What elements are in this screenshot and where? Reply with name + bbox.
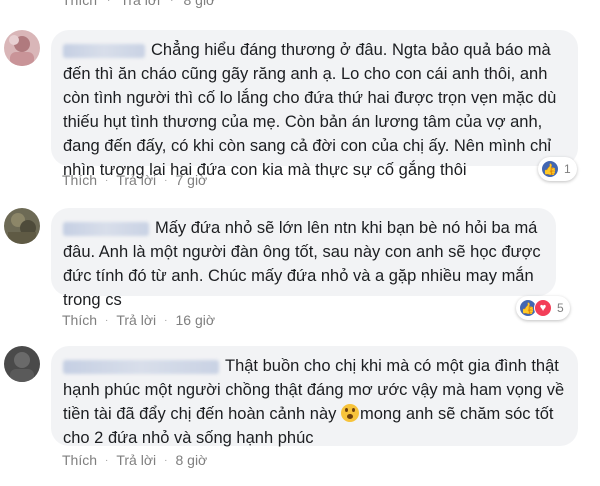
wow-emoji-icon bbox=[340, 404, 359, 422]
avatar-image bbox=[4, 208, 40, 244]
comment-bubble: Mấy đứa nhỏ sẽ lớn lên ntn khi bạn bè nó… bbox=[51, 208, 556, 309]
avatar[interactable] bbox=[4, 346, 40, 382]
like-link[interactable]: Thích bbox=[62, 452, 97, 468]
reply-link[interactable]: Trả lời bbox=[116, 172, 156, 188]
previous-comment-actions: Thích · Trả lời · 8 giờ bbox=[62, 0, 215, 8]
reply-link[interactable]: Trả lời bbox=[120, 0, 160, 8]
separator-dot: · bbox=[105, 174, 109, 186]
timestamp[interactable]: 16 giờ bbox=[175, 312, 215, 328]
comment-bubble: Chẳng hiểu đáng thương ở đâu. Ngta bảo q… bbox=[51, 30, 578, 179]
avatar[interactable] bbox=[4, 30, 40, 66]
like-link[interactable]: Thích bbox=[62, 172, 97, 188]
reply-link[interactable]: Trả lời bbox=[116, 452, 156, 468]
separator-dot: · bbox=[105, 454, 109, 466]
timestamp[interactable]: 8 giờ bbox=[175, 452, 207, 468]
comment-actions: Thích · Trả lời · 16 giờ bbox=[62, 312, 215, 328]
avatar-image bbox=[4, 346, 40, 382]
like-link[interactable]: Thích bbox=[62, 312, 97, 328]
separator-dot: · bbox=[105, 314, 109, 326]
reaction-summary[interactable]: 👍 1 bbox=[538, 157, 577, 181]
avatar-image bbox=[4, 30, 40, 66]
comment-bubble: Thật buồn cho chị khi mà có một gia đình… bbox=[51, 346, 578, 447]
comment-actions: Thích · Trả lời · 8 giờ bbox=[62, 452, 207, 468]
like-link[interactable]: Thích bbox=[62, 0, 97, 8]
comment-text: Chẳng hiểu đáng thương ở đâu. Ngta bảo q… bbox=[63, 38, 566, 182]
love-icon: ♥ bbox=[534, 299, 552, 317]
separator-dot: · bbox=[170, 0, 174, 6]
separator-dot: · bbox=[164, 314, 168, 326]
timestamp[interactable]: 8 giờ bbox=[183, 0, 215, 8]
reaction-summary[interactable]: 👍 ♥ 5 bbox=[516, 296, 570, 320]
author-name[interactable] bbox=[63, 43, 145, 58]
avatar[interactable] bbox=[4, 208, 40, 244]
reaction-count: 1 bbox=[564, 162, 571, 176]
reaction-count: 5 bbox=[557, 301, 564, 315]
like-icon: 👍 bbox=[541, 160, 559, 178]
author-name[interactable] bbox=[63, 359, 219, 374]
separator-dot: · bbox=[164, 174, 168, 186]
comment-text: Thật buồn cho chị khi mà có một gia đình… bbox=[63, 354, 566, 450]
comment-body: Chẳng hiểu đáng thương ở đâu. Ngta bảo q… bbox=[63, 41, 557, 179]
reply-link[interactable]: Trả lời bbox=[116, 312, 156, 328]
comment-text: Mấy đứa nhỏ sẽ lớn lên ntn khi bạn bè nó… bbox=[63, 216, 544, 312]
separator-dot: · bbox=[164, 454, 168, 466]
timestamp[interactable]: 7 giờ bbox=[175, 172, 207, 188]
separator-dot: · bbox=[107, 0, 111, 6]
author-name[interactable] bbox=[63, 221, 149, 236]
comment-actions: Thích · Trả lời · 7 giờ bbox=[62, 172, 207, 188]
